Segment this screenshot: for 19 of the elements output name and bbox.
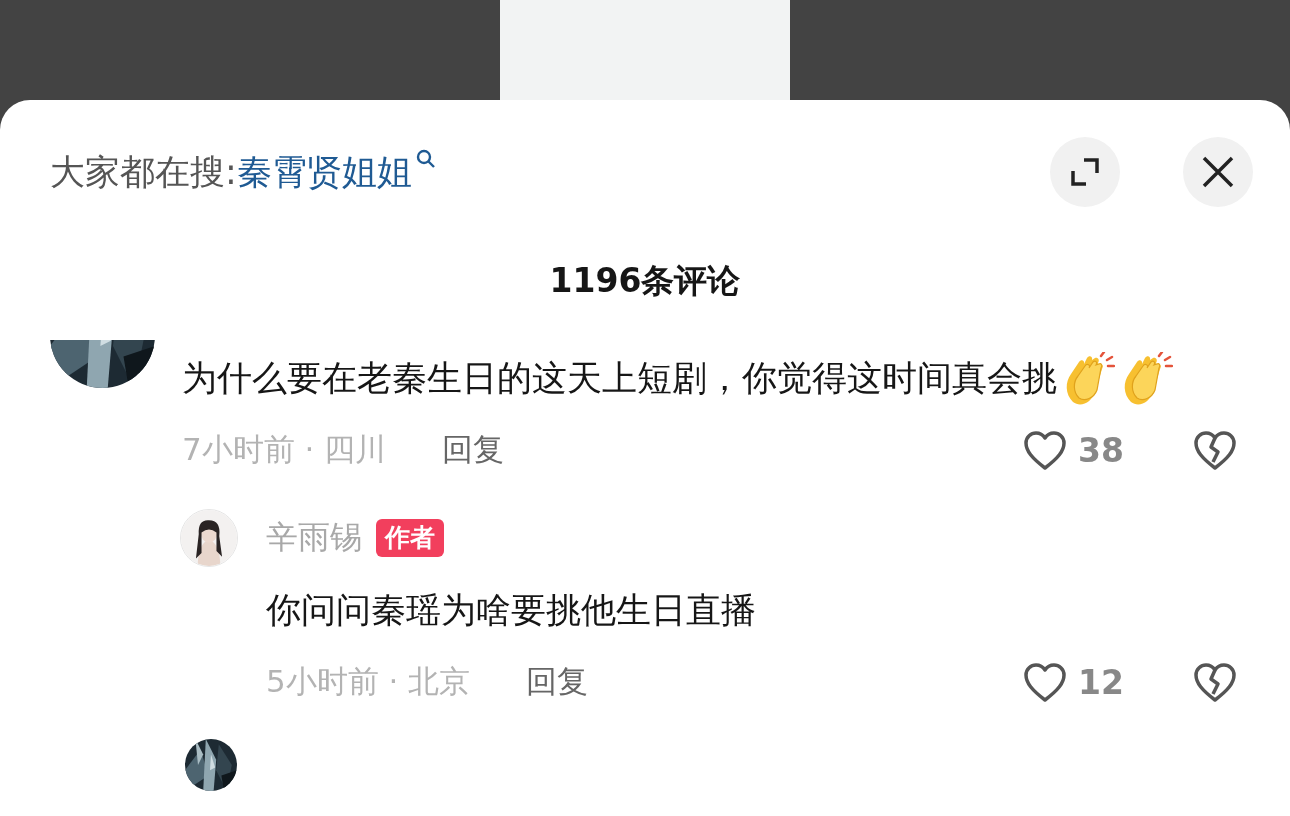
comment-meta: 7小时前 · 四川 xyxy=(182,430,387,469)
heart-icon[interactable] xyxy=(1022,660,1068,704)
dislike-icon[interactable] xyxy=(1192,428,1238,472)
trending-label: 大家都在搜: xyxy=(50,151,237,194)
trending-search-link[interactable]: 秦霄贤姐姐 xyxy=(236,137,436,207)
comment-count: 1196条评论 xyxy=(549,261,741,300)
comment-text: 你问问秦瑶为啥要挑他生日直播 xyxy=(266,590,756,630)
like-count: 38 xyxy=(1078,430,1124,470)
close-icon xyxy=(1201,155,1235,189)
like-count: 12 xyxy=(1078,662,1124,702)
reply-link[interactable]: 回复 xyxy=(442,429,505,471)
comment-text: 为什么要在老秦生日的这天上短剧，你觉得这时间真会挑 xyxy=(182,358,1057,398)
search-icon xyxy=(415,149,436,169)
comment-meta: 5小时前 · 北京 xyxy=(266,662,471,701)
reply-link[interactable]: 回复 xyxy=(526,661,589,703)
author-badge: 作者 xyxy=(376,519,444,557)
expand-icon xyxy=(1068,155,1102,189)
heart-icon[interactable] xyxy=(1022,428,1068,472)
dislike-icon[interactable] xyxy=(1192,660,1238,704)
